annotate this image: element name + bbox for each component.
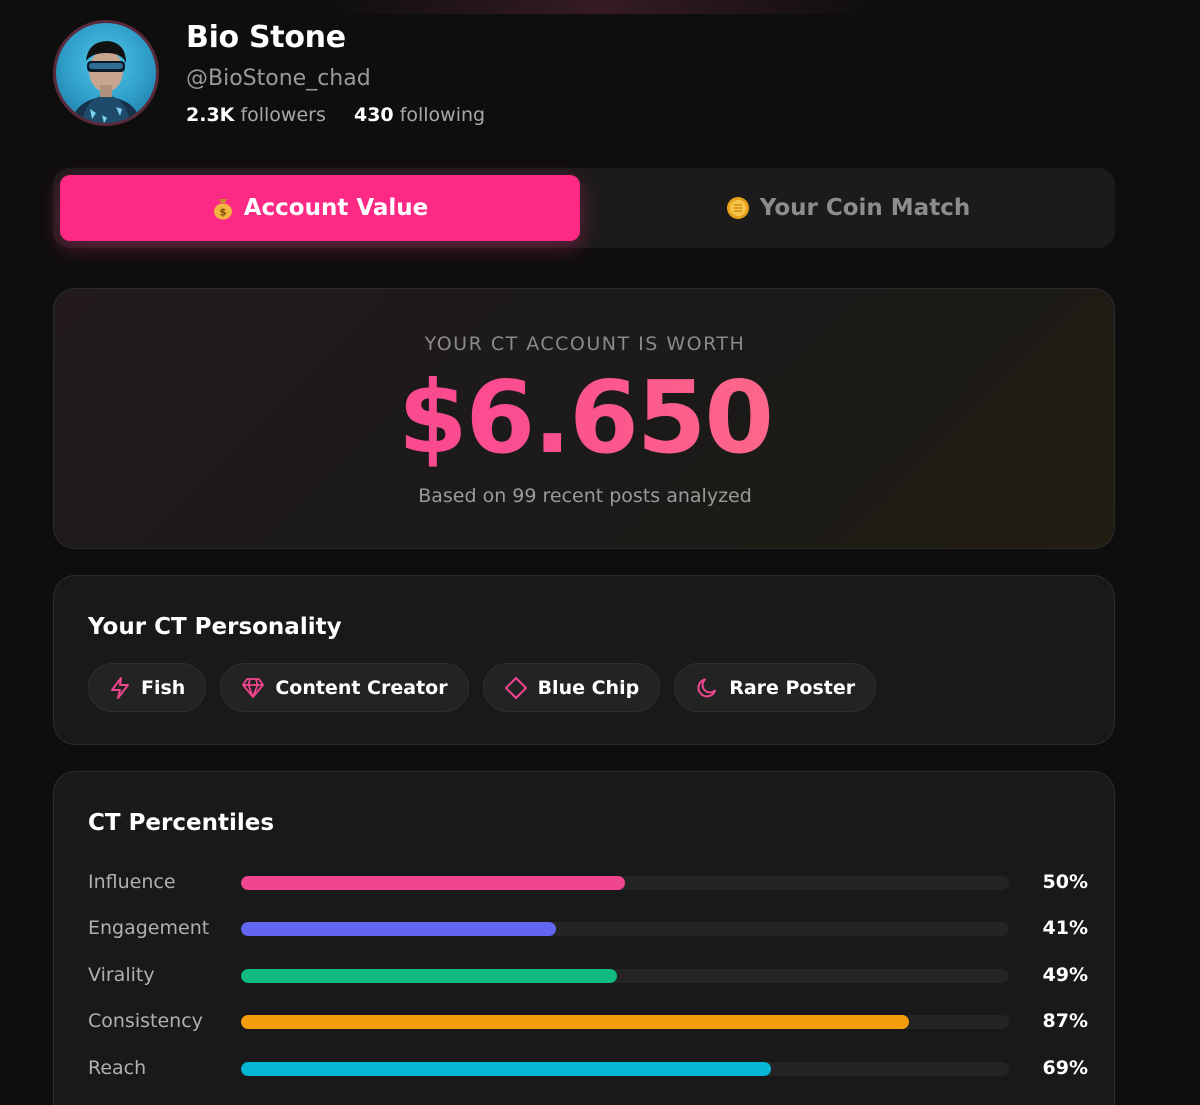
top-glow [320, 0, 880, 14]
trait-chip-content-creator[interactable]: Content Creator [220, 663, 469, 712]
percentile-bar-fill [241, 1015, 910, 1029]
worth-subtitle: Based on 99 recent posts analyzed [418, 485, 752, 507]
trait-label: Fish [141, 676, 186, 699]
percentile-value: 69% [1042, 1057, 1088, 1079]
diamond-outline-icon [504, 676, 528, 700]
followers-label: followers [240, 104, 326, 126]
trait-chip-rare-poster[interactable]: Rare Poster [674, 663, 877, 712]
percentile-bar-track [241, 969, 1009, 983]
moon-icon [695, 676, 719, 700]
trait-chip-blue-chip[interactable]: Blue Chip [482, 663, 661, 712]
percentile-bar-track [241, 1062, 1009, 1076]
profile-name: Bio Stone [186, 20, 346, 55]
page: Bio Stone @BioStone_chad 2.3K followers … [0, 0, 1200, 1105]
account-worth-card: YOUR CT ACCOUNT IS WORTH $6.650 Based on… [53, 288, 1115, 549]
trait-chip-fish[interactable]: Fish [88, 663, 207, 712]
percentile-value: 50% [1042, 871, 1088, 893]
percentile-value: 87% [1042, 1010, 1088, 1032]
tab-label: Your Coin Match [759, 195, 971, 221]
following-count: 430 [353, 104, 394, 126]
svg-text:$: $ [219, 208, 226, 219]
percentile-row-engagement: Engagement 41% [88, 914, 1088, 944]
percentile-row-influence: Influence 50% [88, 868, 1088, 898]
percentile-bar-fill [241, 969, 618, 983]
trait-label: Blue Chip [537, 676, 640, 699]
percentile-row-virality: Virality 49% [88, 961, 1088, 991]
percentile-label: Influence [88, 871, 176, 893]
tab-account-value[interactable]: $ Account Value [60, 175, 580, 241]
personality-title: Your CT Personality [88, 614, 342, 640]
trait-chips: Fish Content Creator Blue Chip Rare Post… [88, 663, 877, 712]
tab-bar: $ Account Value Your Coin Match [53, 168, 1115, 248]
worth-label: YOUR CT ACCOUNT IS WORTH [424, 333, 746, 355]
percentiles-title: CT Percentiles [88, 810, 275, 836]
personality-card: Your CT Personality Fish Content Creator… [53, 575, 1115, 745]
trait-label: Content Creator [275, 676, 448, 699]
percentile-label: Consistency [88, 1010, 203, 1032]
coin-icon [726, 196, 750, 220]
profile-handle: @BioStone_chad [186, 66, 371, 91]
percentile-value: 49% [1042, 964, 1088, 986]
profile-stats: 2.3K followers 430 following [186, 104, 485, 126]
following-label: following [399, 104, 486, 126]
diamond-gem-icon [241, 677, 265, 699]
tab-label: Account Value [243, 195, 429, 221]
percentile-bar-fill [241, 922, 556, 936]
percentile-row-reach: Reach 69% [88, 1054, 1088, 1084]
percentile-bar-fill [241, 876, 625, 890]
percentile-bar-track [241, 876, 1009, 890]
percentile-value: 41% [1042, 917, 1088, 939]
followers-count: 2.3K [186, 104, 235, 126]
percentile-bar-track [241, 922, 1009, 936]
percentile-bar-track [241, 1015, 1009, 1029]
avatar[interactable] [53, 20, 159, 126]
tab-your-coin-match[interactable]: Your Coin Match [588, 175, 1108, 241]
percentile-label: Virality [88, 964, 155, 986]
percentile-label: Engagement [88, 917, 210, 939]
avatar-image [72, 41, 140, 123]
worth-value: $6.650 [54, 359, 1116, 476]
percentile-bar-fill [241, 1062, 771, 1076]
trait-label: Rare Poster [729, 676, 856, 699]
percentile-row-consistency: Consistency 87% [88, 1007, 1088, 1037]
percentiles-card: CT Percentiles Influence 50% Engagement 41%… [53, 771, 1115, 1105]
lightning-icon [109, 676, 131, 700]
money-bag-icon: $ [212, 196, 234, 220]
percentile-label: Reach [88, 1057, 147, 1079]
